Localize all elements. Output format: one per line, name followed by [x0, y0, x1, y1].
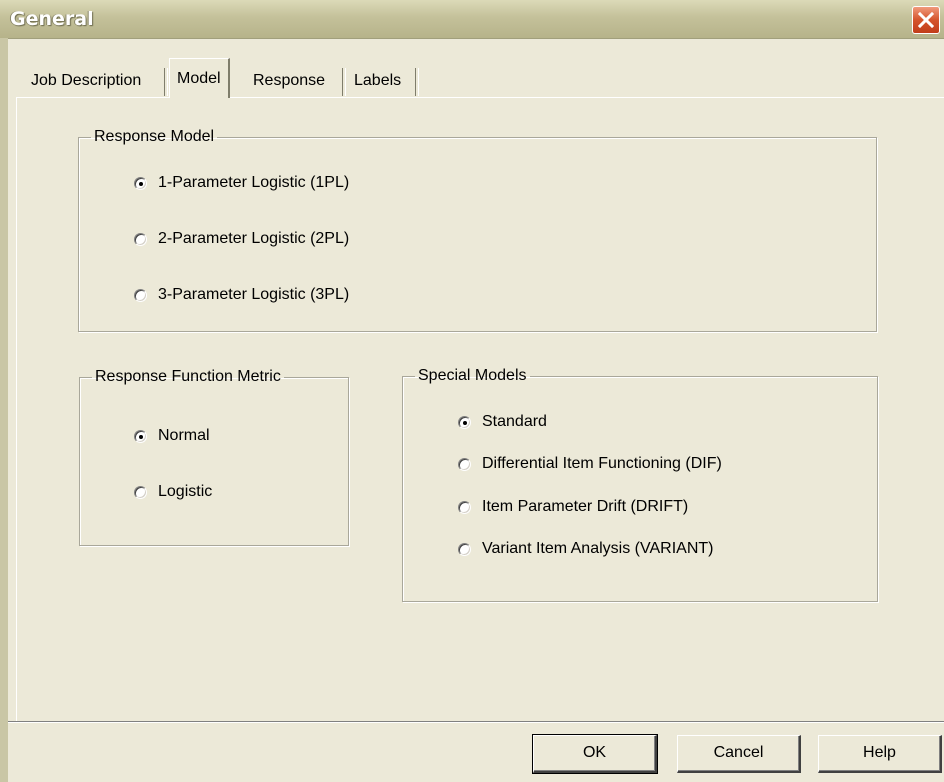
special-models-group: Special Models [402, 367, 878, 602]
close-button[interactable] [912, 6, 940, 34]
radio-label: 1-Parameter Logistic (1PL) [158, 174, 350, 191]
ok-button[interactable]: OK [532, 734, 658, 774]
radio-2pl[interactable]: 2-Parameter Logistic (2PL) [134, 228, 349, 250]
radio-label: Differential Item Functioning (DIF) [482, 455, 722, 472]
radio-dif[interactable]: Differential Item Functioning (DIF) [458, 453, 722, 475]
group-title: Response Model [94, 128, 215, 145]
radio-variant[interactable]: Variant Item Analysis (VARIANT) [458, 538, 713, 560]
tab-divider [415, 68, 419, 96]
radio-drift[interactable]: Item Parameter Drift (DRIFT) [458, 496, 688, 518]
group-title: Response Function Metric [95, 368, 281, 385]
close-icon [918, 12, 934, 28]
title-bar[interactable]: General [0, 0, 944, 39]
radio-button[interactable] [134, 288, 147, 302]
help-button[interactable]: Help [818, 735, 942, 773]
radio-label: Logistic [158, 483, 213, 500]
window-title: General [10, 8, 94, 30]
radio-label: 2-Parameter Logistic (2PL) [158, 230, 350, 247]
tab-labels[interactable]: Labels [347, 64, 408, 98]
radio-label: Normal [158, 427, 210, 444]
radio-button-selected[interactable] [458, 415, 471, 429]
group-title: Special Models [418, 367, 527, 384]
tab-response[interactable]: Response [246, 64, 332, 98]
tab-model[interactable]: Model [169, 58, 230, 98]
tab-job-description[interactable]: Job Description [24, 64, 148, 98]
radio-button-selected[interactable] [134, 176, 147, 190]
response-function-metric-group: Response Function Metric [79, 368, 349, 546]
radio-logistic[interactable]: Logistic [134, 481, 212, 503]
tab-divider [164, 68, 168, 96]
tab-divider [342, 68, 346, 96]
radio-label: Standard [482, 413, 547, 430]
radio-1pl[interactable]: 1-Parameter Logistic (1PL) [134, 172, 349, 194]
radio-button[interactable] [134, 485, 147, 499]
radio-normal[interactable]: Normal [134, 425, 210, 447]
radio-button[interactable] [458, 542, 471, 556]
panel-bottom-edge [8, 721, 944, 723]
window-frame-edge [0, 38, 8, 782]
radio-button[interactable] [134, 232, 147, 246]
radio-label: Item Parameter Drift (DRIFT) [482, 498, 689, 515]
radio-button[interactable] [458, 500, 471, 514]
radio-button[interactable] [458, 457, 471, 471]
radio-3pl[interactable]: 3-Parameter Logistic (3PL) [134, 284, 349, 306]
radio-standard[interactable]: Standard [458, 411, 547, 433]
radio-label: Variant Item Analysis (VARIANT) [482, 540, 714, 557]
cancel-button[interactable]: Cancel [677, 735, 801, 773]
radio-button-selected[interactable] [134, 429, 147, 443]
radio-label: 3-Parameter Logistic (3PL) [158, 286, 350, 303]
